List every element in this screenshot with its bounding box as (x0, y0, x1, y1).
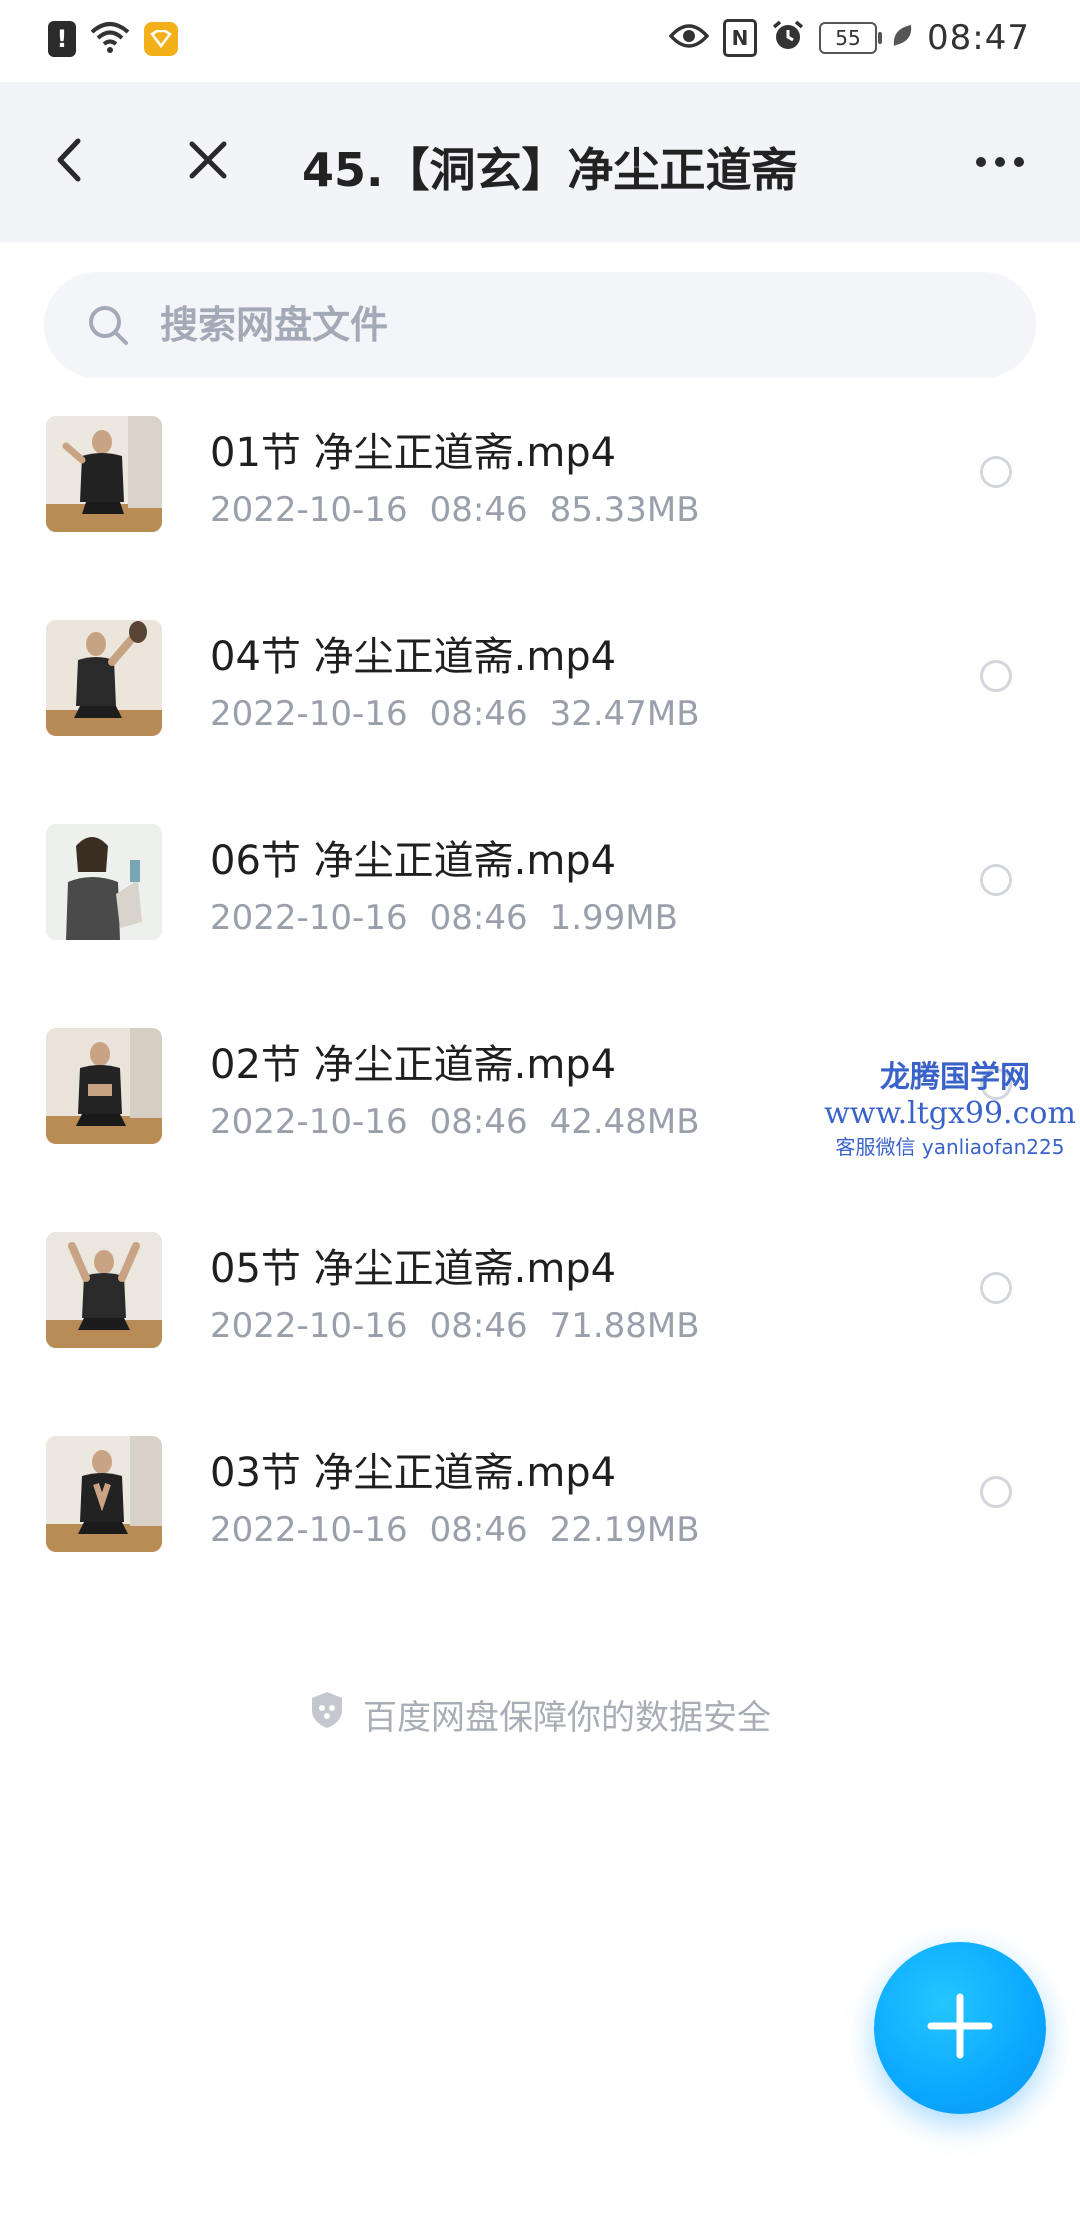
video-thumbnail (46, 416, 162, 532)
search-icon (84, 301, 132, 349)
nfc-icon: N (723, 19, 758, 57)
add-button[interactable] (874, 1942, 1046, 2114)
file-date: 2022-10-16 (210, 1510, 408, 1550)
file-time: 08:46 (429, 694, 528, 734)
file-name: 06节 净尘正道斋.mp4 (210, 838, 617, 884)
status-bar-right: N 55 08:47 (668, 18, 1030, 58)
eye-icon (668, 22, 710, 54)
file-meta: 2022-10-16 08:46 42.48MB (210, 1102, 700, 1142)
video-thumbnail (46, 824, 162, 940)
watermark: 龙腾国学网 www.ltgx99.com 客服微信 yanliaofan225 (824, 1052, 1080, 1160)
select-radio[interactable] (980, 660, 1012, 692)
file-name: 02节 净尘正道斋.mp4 (210, 1042, 617, 1088)
file-meta: 2022-10-16 08:46 22.19MB (210, 1510, 700, 1550)
file-time: 08:46 (429, 1306, 528, 1346)
file-meta: 2022-10-16 08:46 85.33MB (210, 490, 700, 530)
file-time: 08:46 (429, 1510, 528, 1550)
more-dots-icon (975, 153, 1025, 172)
select-radio[interactable] (980, 456, 1012, 488)
video-thumbnail (46, 620, 162, 736)
video-thumbnail (46, 1028, 162, 1144)
video-thumbnail (46, 1436, 162, 1552)
status-bar: ! N 55 08:47 (0, 0, 1080, 82)
file-list-item[interactable]: 04节 净尘正道斋.mp4 2022-10-16 08:46 32.47MB (0, 604, 1080, 808)
close-icon (186, 138, 230, 186)
file-name: 01节 净尘正道斋.mp4 (210, 430, 617, 476)
plus-icon (925, 1991, 995, 2065)
page-title: 45.【洞玄】净尘正道斋 (302, 143, 798, 197)
alert-icon: ! (48, 21, 76, 57)
file-name: 04节 净尘正道斋.mp4 (210, 634, 617, 680)
file-size: 22.19MB (549, 1510, 700, 1550)
select-radio[interactable] (980, 1476, 1012, 1508)
file-meta: 2022-10-16 08:46 71.88MB (210, 1306, 700, 1346)
search-input[interactable] (158, 302, 962, 348)
file-name: 05节 净尘正道斋.mp4 (210, 1246, 617, 1292)
alarm-icon (771, 19, 805, 57)
file-meta: 2022-10-16 08:46 32.47MB (210, 694, 700, 734)
search-bar[interactable] (44, 272, 1036, 378)
file-size: 42.48MB (549, 1102, 700, 1142)
select-radio[interactable] (980, 864, 1012, 896)
file-date: 2022-10-16 (210, 490, 408, 530)
file-size: 71.88MB (549, 1306, 700, 1346)
file-list: 01节 净尘正道斋.mp4 2022-10-16 08:46 85.33MB 04节… (0, 400, 1080, 1624)
file-list-item[interactable]: 01节 净尘正道斋.mp4 2022-10-16 08:46 85.33MB (0, 400, 1080, 604)
top-navigation-bar: 45.【洞玄】净尘正道斋 (0, 82, 1080, 242)
file-date: 2022-10-16 (210, 1306, 408, 1346)
watermark-title: 龙腾国学网 (880, 1060, 1030, 1095)
back-button[interactable] (30, 122, 110, 202)
leaf-icon (891, 23, 913, 53)
wifi-icon (90, 20, 130, 58)
close-button[interactable] (168, 122, 248, 202)
file-list-item[interactable]: 06节 净尘正道斋.mp4 2022-10-16 08:46 1.99MB (0, 808, 1080, 1012)
file-date: 2022-10-16 (210, 694, 408, 734)
file-date: 2022-10-16 (210, 898, 408, 938)
video-thumbnail (46, 1232, 162, 1348)
watermark-url: www.ltgx99.com (824, 1096, 1076, 1131)
security-note: 百度网盘保障你的数据安全 (0, 1690, 1080, 1739)
security-text: 百度网盘保障你的数据安全 (363, 1698, 771, 1738)
chevron-left-icon (50, 135, 90, 189)
file-date: 2022-10-16 (210, 1102, 408, 1142)
file-size: 85.33MB (549, 490, 700, 530)
shield-icon (309, 1690, 345, 1739)
file-name: 03节 净尘正道斋.mp4 (210, 1450, 617, 1496)
file-list-item[interactable]: 05节 净尘正道斋.mp4 2022-10-16 08:46 71.88MB (0, 1216, 1080, 1420)
app-badge-icon (144, 22, 178, 56)
battery-indicator: 55 (819, 22, 883, 54)
baidu-netdisk-folder-screen: ! N 55 08:47 45.【洞玄】净尘正道斋 搜索网盘文件 01节 净尘正… (0, 0, 1080, 2240)
file-time: 08:46 (429, 1102, 528, 1142)
status-bar-left: ! (48, 20, 178, 58)
file-time: 08:46 (429, 490, 528, 530)
file-time: 08:46 (429, 898, 528, 938)
file-size: 1.99MB (549, 898, 678, 938)
more-options-button[interactable] (960, 122, 1040, 202)
watermark-contact: 客服微信 yanliaofan225 (835, 1135, 1065, 1159)
file-meta: 2022-10-16 08:46 1.99MB (210, 898, 678, 938)
select-radio[interactable] (980, 1272, 1012, 1304)
file-size: 32.47MB (549, 694, 700, 734)
status-time: 08:47 (927, 18, 1030, 58)
file-list-item[interactable]: 03节 净尘正道斋.mp4 2022-10-16 08:46 22.19MB (0, 1420, 1080, 1624)
